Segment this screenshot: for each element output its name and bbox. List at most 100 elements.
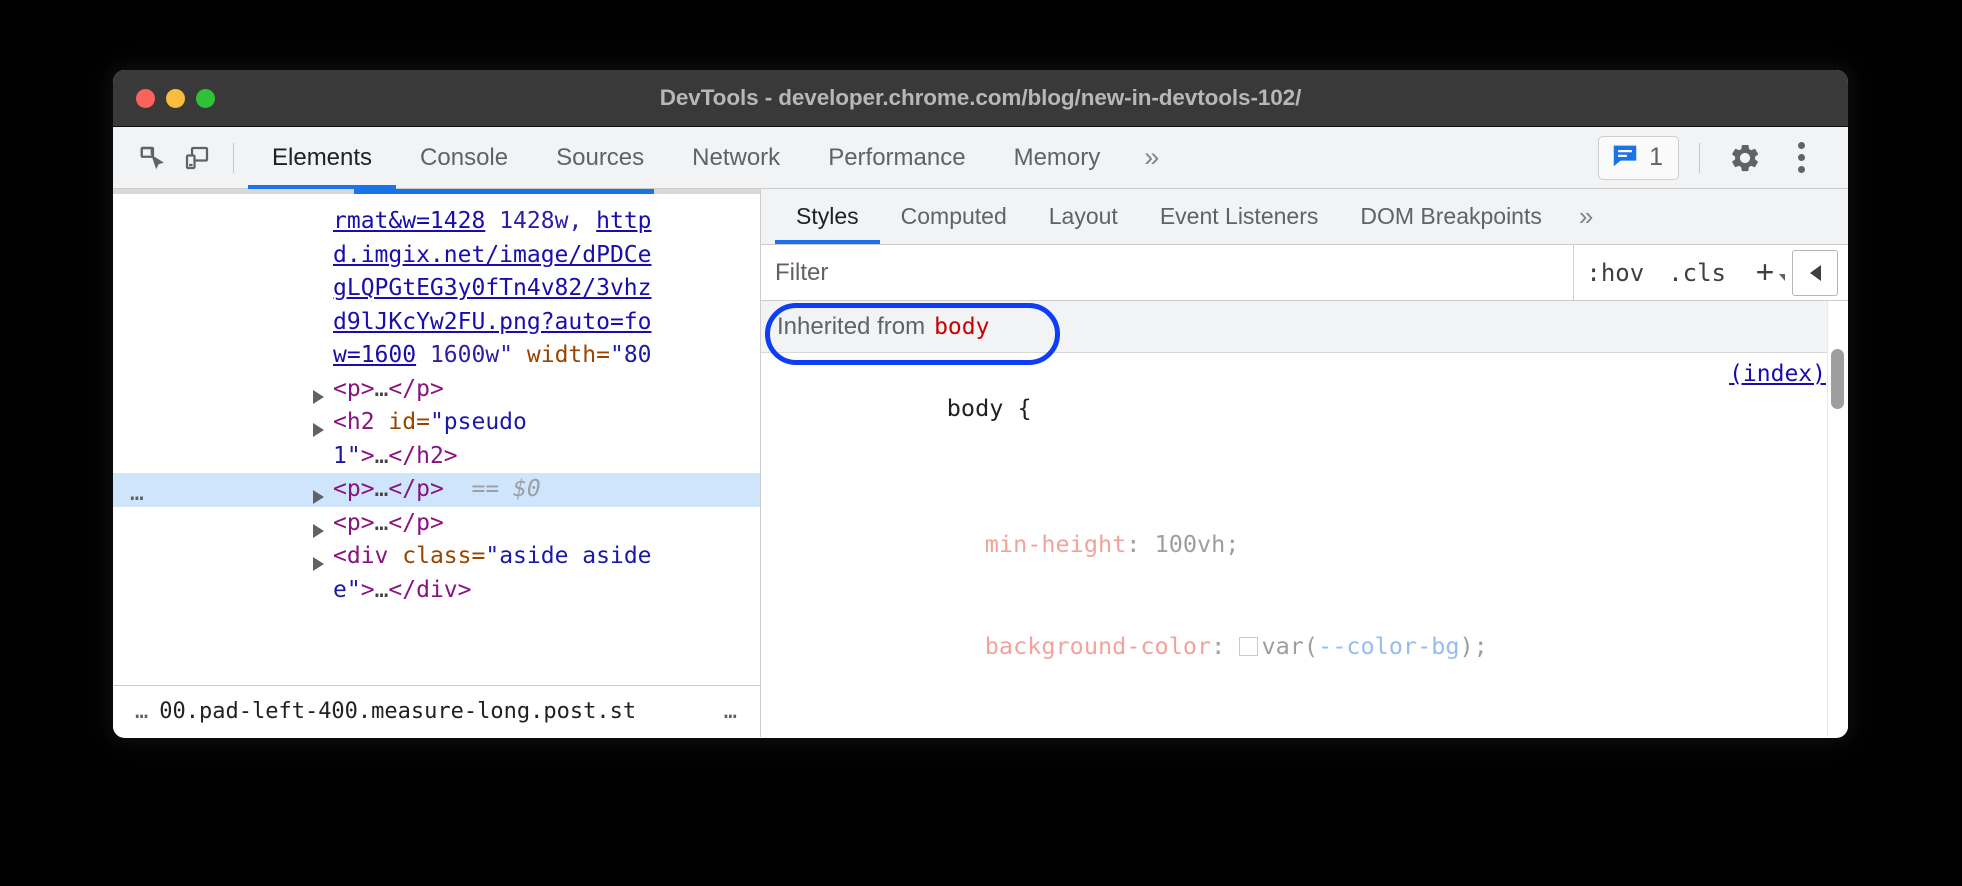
more-styles-tabs-chevron-icon[interactable]: » xyxy=(1563,189,1605,244)
tab-layout[interactable]: Layout xyxy=(1028,189,1139,244)
tab-elements-label: Elements xyxy=(272,144,372,172)
expand-triangle-icon[interactable] xyxy=(313,423,324,437)
collapse-sidebar-icon[interactable] xyxy=(1792,250,1838,296)
dom-row-content: d9lJKcYw2FU.png?auto=fo xyxy=(113,306,652,340)
breadcrumb: … 00.pad-left-400.measure-long.post.st … xyxy=(113,685,760,737)
dom-row-content: d.imgix.net/image/dPDCe xyxy=(113,239,652,273)
filter-input[interactable] xyxy=(761,245,1574,300)
gear-icon[interactable] xyxy=(1720,135,1770,181)
declaration-value[interactable]: 100vh; xyxy=(1155,530,1240,558)
declaration-min-height[interactable]: min-height: 100vh; xyxy=(777,493,1848,595)
tab-network[interactable]: Network xyxy=(668,127,804,189)
dom-token: e" xyxy=(333,577,361,603)
declaration-background-color[interactable]: background-color: var(--color-bg); xyxy=(777,595,1848,697)
dom-tree-row[interactable]: d.imgix.net/image/dPDCe xyxy=(113,239,760,273)
dom-row-content: gLQPGtEG3y0fTn4v82/3vhz xyxy=(113,272,652,306)
dom-token: class= xyxy=(402,543,485,569)
dom-token: <p> xyxy=(333,476,375,502)
breadcrumb-overflow-right[interactable]: … xyxy=(714,699,748,724)
dom-tree-row[interactable]: gLQPGtEG3y0fTn4v82/3vhz xyxy=(113,272,760,306)
kebab-dot xyxy=(1798,142,1805,149)
dom-tree-row[interactable]: e">…</div> xyxy=(113,574,760,608)
tab-memory-label: Memory xyxy=(1014,144,1101,172)
dom-token: http xyxy=(596,208,651,234)
styles-scrollbar-thumb[interactable] xyxy=(1831,349,1844,409)
tab-performance[interactable]: Performance xyxy=(804,127,989,189)
devtools-main-toolbar: Elements Console Sources Network Perform… xyxy=(113,127,1848,189)
tab-memory[interactable]: Memory xyxy=(990,127,1125,189)
dom-token: > xyxy=(361,577,375,603)
kebab-menu-icon[interactable] xyxy=(1776,135,1826,181)
dom-token: 1600w" xyxy=(416,342,513,368)
dom-tree-row[interactable]: <h2 id="pseudo xyxy=(113,406,760,440)
tab-dom-breakpoints-label: DOM Breakpoints xyxy=(1360,203,1542,230)
dom-row-content: 1">…</h2> xyxy=(113,440,458,474)
devtools-body-split: rmat&w=1428 1428w, httpd.imgix.net/image… xyxy=(113,189,1848,737)
declaration-value-suffix: ); xyxy=(1332,734,1360,737)
inherited-from-label: Inherited from xyxy=(777,310,925,344)
tab-dom-breakpoints[interactable]: DOM Breakpoints xyxy=(1339,189,1563,244)
expand-triangle-icon[interactable] xyxy=(313,557,324,571)
inherited-from-selector[interactable]: body xyxy=(934,310,989,344)
dom-row-content: <p>…</p> xyxy=(113,373,444,407)
dom-tree-row[interactable]: 1">…</h2> xyxy=(113,440,760,474)
rule-selector[interactable]: body { xyxy=(947,394,1032,422)
expand-triangle-icon[interactable] xyxy=(313,390,324,404)
dom-row-content: e">…</div> xyxy=(113,574,472,608)
styles-filter-row: :hov .cls + xyxy=(761,245,1848,301)
hov-toggle-button[interactable]: :hov xyxy=(1574,259,1656,287)
declaration-property[interactable]: color xyxy=(985,734,1056,737)
css-variable-name[interactable]: --color-bg xyxy=(1318,632,1459,660)
new-style-rule-button[interactable]: + xyxy=(1738,254,1792,291)
declaration-property[interactable]: min-height xyxy=(985,530,1126,558)
minimize-window-button[interactable] xyxy=(166,89,185,108)
issues-badge-button[interactable]: 1 xyxy=(1598,136,1679,180)
dom-tree-row[interactable]: <div class="aside aside xyxy=(113,540,760,574)
dom-tree-row[interactable]: <p>…</p> xyxy=(113,507,760,541)
css-variable-name[interactable]: --color-text xyxy=(1162,734,1332,737)
dom-tree-row[interactable]: <p>…</p> xyxy=(113,373,760,407)
tab-console-label: Console xyxy=(420,144,508,172)
traffic-lights xyxy=(136,89,215,108)
inspect-element-icon[interactable] xyxy=(131,136,175,180)
breadcrumb-overflow-left[interactable]: … xyxy=(125,699,159,724)
breadcrumb-path[interactable]: 00.pad-left-400.measure-long.post.st xyxy=(159,699,714,724)
close-window-button[interactable] xyxy=(136,89,155,108)
expand-triangle-icon[interactable] xyxy=(313,490,324,504)
dom-token: d9lJKcYw2FU.png?auto=fo xyxy=(333,309,652,335)
tab-event-listeners[interactable]: Event Listeners xyxy=(1139,189,1340,244)
more-panels-chevron-icon[interactable]: » xyxy=(1124,127,1175,189)
dom-token: … xyxy=(375,577,389,603)
declaration-color[interactable]: color: var(--color-text); xyxy=(777,697,1848,737)
dom-tree-row-selected[interactable]: …<p>…</p> == $0 xyxy=(113,473,760,507)
message-icon xyxy=(1610,140,1640,175)
dom-tree-row[interactable]: d9lJKcYw2FU.png?auto=fo xyxy=(113,306,760,340)
rule-source-link[interactable]: (index) xyxy=(1729,357,1826,391)
dom-token: 1428w xyxy=(499,208,568,234)
tab-elements[interactable]: Elements xyxy=(248,127,396,189)
dom-tree-row[interactable]: w=1600 1600w" width="80 xyxy=(113,339,760,373)
dom-token: <h2 xyxy=(333,409,388,435)
dom-token: width= xyxy=(513,342,610,368)
declaration-property[interactable]: background-color xyxy=(985,632,1211,660)
styles-sidebar-pane: Styles Computed Layout Event Listeners D… xyxy=(761,189,1848,737)
row-more-options-icon[interactable]: … xyxy=(130,477,145,511)
dom-token: … xyxy=(375,476,389,502)
tab-sources-label: Sources xyxy=(556,144,644,172)
dom-row-content: <p>…</p> == $0 xyxy=(113,473,541,507)
color-swatch-icon[interactable] xyxy=(1239,637,1258,656)
maximize-window-button[interactable] xyxy=(196,89,215,108)
dom-token: <p> xyxy=(333,510,375,536)
kebab-dot xyxy=(1798,166,1805,173)
tab-console[interactable]: Console xyxy=(396,127,532,189)
tab-styles[interactable]: Styles xyxy=(775,189,880,244)
dom-tree-pane: rmat&w=1428 1428w, httpd.imgix.net/image… xyxy=(113,189,761,737)
device-toolbar-icon[interactable] xyxy=(175,136,219,180)
tab-computed[interactable]: Computed xyxy=(880,189,1028,244)
expand-triangle-icon[interactable] xyxy=(313,524,324,538)
kebab-dot xyxy=(1798,154,1805,161)
tab-sources[interactable]: Sources xyxy=(532,127,668,189)
dom-tree-row[interactable]: rmat&w=1428 1428w, http xyxy=(113,205,760,239)
dom-token: </p> xyxy=(388,476,443,502)
cls-toggle-button[interactable]: .cls xyxy=(1656,259,1738,287)
